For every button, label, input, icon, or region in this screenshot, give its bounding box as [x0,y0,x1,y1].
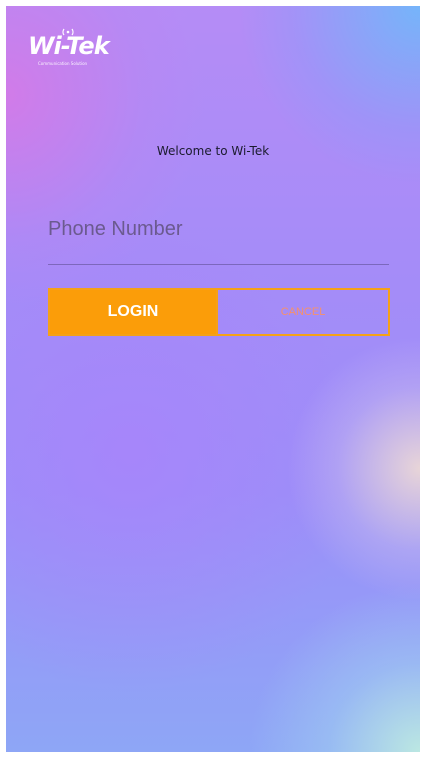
cancel-button[interactable]: CANCEL [218,288,390,336]
phone-input-underline [48,264,389,265]
login-screen: Wi-Tek Communication Solution Welcome to… [6,6,420,752]
login-button-group: LOGIN CANCEL [48,288,390,336]
phone-number-input[interactable] [48,206,388,252]
phone-number-field [48,206,389,265]
logo-wordmark: Wi-Tek [28,32,110,60]
login-button[interactable]: LOGIN [48,288,218,336]
wi-tek-logo: Wi-Tek Communication Solution [28,28,128,72]
welcome-title: Welcome to Wi-Tek [156,144,270,158]
logo-tagline: Communication Solution [38,61,88,66]
